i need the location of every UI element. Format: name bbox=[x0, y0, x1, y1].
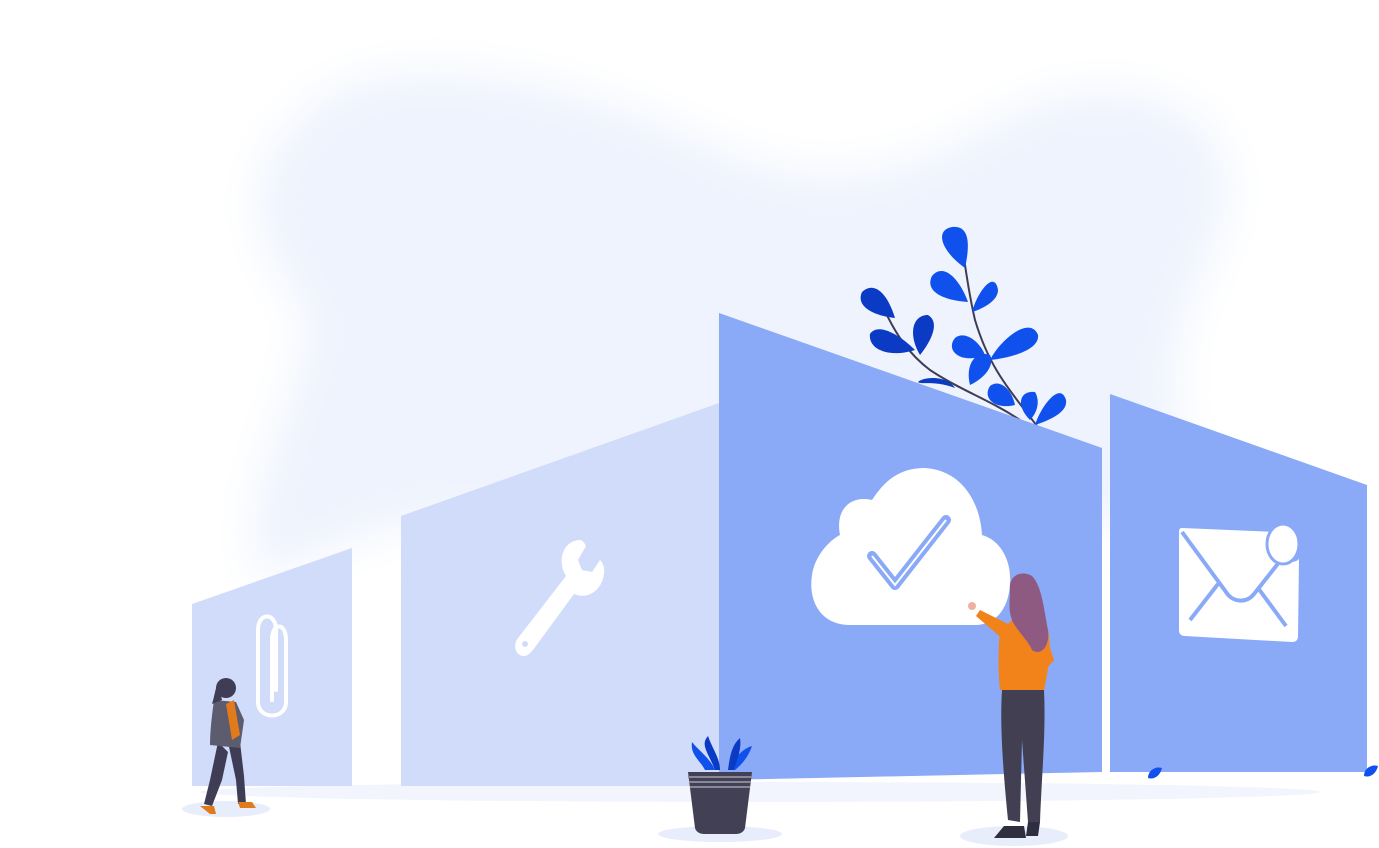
mail-icon bbox=[1179, 522, 1301, 642]
onboarding-illustration bbox=[0, 0, 1379, 848]
mail-panel bbox=[1110, 394, 1367, 772]
paperclip-panel bbox=[192, 548, 352, 786]
ground-shadow bbox=[200, 782, 1320, 802]
illustration-canvas bbox=[182, 72, 1378, 846]
